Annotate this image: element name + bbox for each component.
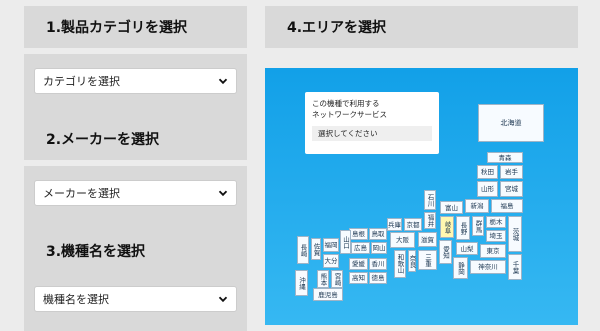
- pref-okayama[interactable]: 岡山: [371, 242, 387, 254]
- popup-line2: ネットワークサービス: [312, 110, 387, 119]
- pref-yamanashi[interactable]: 山梨: [456, 242, 478, 255]
- step4-header: 4.エリアを選択: [265, 6, 578, 48]
- step4-title: 4.エリアを選択: [287, 20, 387, 36]
- step3-body: 機種名を選択: [24, 272, 247, 331]
- pref-wakayama[interactable]: 和歌山: [394, 250, 406, 278]
- pref-gunma[interactable]: 群馬: [472, 216, 484, 236]
- pref-toyama[interactable]: 富山: [440, 201, 463, 214]
- pref-aomori[interactable]: 青森: [487, 152, 523, 163]
- step1-body: カテゴリを選択: [24, 54, 247, 120]
- pref-hyogo[interactable]: 兵庫: [387, 218, 402, 231]
- pref-kagoshima[interactable]: 鹿児島: [313, 288, 343, 301]
- pref-mie[interactable]: 三重: [418, 250, 437, 270]
- pref-kagawa[interactable]: 香川: [369, 258, 387, 270]
- pref-ishikawa[interactable]: 石川: [424, 190, 436, 210]
- pref-tottori[interactable]: 鳥取: [369, 228, 387, 240]
- chevron-down-icon: [218, 78, 228, 85]
- pref-kyoto[interactable]: 京都: [404, 218, 422, 231]
- pref-shizuoka[interactable]: 静岡: [453, 257, 468, 279]
- chevron-down-icon: [218, 190, 228, 197]
- network-service-select-value: 選択してください: [318, 129, 378, 138]
- pref-chiba[interactable]: 千葉: [508, 254, 522, 280]
- pref-shiga[interactable]: 滋賀: [418, 232, 437, 247]
- pref-kochi[interactable]: 高知: [349, 272, 368, 284]
- pref-fukushima[interactable]: 福島: [491, 199, 523, 213]
- pref-gifu[interactable]: 岐阜: [440, 216, 454, 238]
- pref-hokkaido[interactable]: 北海道: [478, 104, 544, 142]
- pref-fukui[interactable]: 福井: [424, 212, 436, 229]
- pref-hiroshima[interactable]: 広島: [351, 242, 370, 254]
- step1-title: 1.製品カテゴリを選択: [46, 20, 188, 36]
- maker-select-value: メーカーを選択: [43, 187, 120, 200]
- pref-fukuoka[interactable]: 福岡: [323, 238, 339, 252]
- pref-shimane[interactable]: 島根: [349, 228, 368, 240]
- pref-miyagi[interactable]: 宮城: [500, 181, 523, 197]
- japan-area-map: この機種で利用する ネットワークサービス 選択してください 北海道 青森 秋田 …: [265, 68, 578, 325]
- pref-okinawa[interactable]: 沖縄: [295, 270, 308, 296]
- pref-aichi[interactable]: 愛知: [439, 240, 452, 264]
- pref-yamaguchi[interactable]: 山口: [340, 230, 351, 254]
- step3-title: 3.機種名を選択: [46, 244, 146, 260]
- pref-iwate[interactable]: 岩手: [500, 165, 523, 179]
- pref-oita[interactable]: 大分: [323, 254, 339, 268]
- pref-akita[interactable]: 秋田: [477, 165, 498, 179]
- step2-title: 2.メーカーを選択: [46, 132, 160, 148]
- pref-miyazaki[interactable]: 宮崎: [331, 270, 343, 288]
- pref-saitama[interactable]: 埼玉: [486, 230, 506, 242]
- pref-saga[interactable]: 佐賀: [311, 238, 321, 260]
- pref-tokushima[interactable]: 徳島: [369, 272, 387, 284]
- chevron-down-icon: [218, 296, 228, 303]
- pref-nagasaki[interactable]: 長崎: [297, 236, 309, 264]
- pref-nagano[interactable]: 長野: [456, 216, 470, 240]
- pref-kumamoto[interactable]: 熊本: [317, 270, 329, 288]
- pref-niigata[interactable]: 新潟: [465, 199, 489, 213]
- category-select-value: カテゴリを選択: [43, 75, 120, 88]
- pref-tokyo[interactable]: 東京: [480, 244, 506, 258]
- step2-header: 2.メーカーを選択: [24, 118, 247, 160]
- pref-nara[interactable]: 奈良: [408, 250, 416, 272]
- popup-line1: この機種で利用する: [312, 99, 380, 108]
- pref-tochigi[interactable]: 栃木: [486, 216, 506, 228]
- model-select[interactable]: 機種名を選択: [34, 286, 237, 312]
- step2-body: メーカーを選択: [24, 166, 247, 232]
- pref-osaka[interactable]: 大阪: [390, 232, 415, 248]
- step1-header: 1.製品カテゴリを選択: [24, 6, 247, 48]
- pref-ehime[interactable]: 愛媛: [349, 258, 368, 270]
- maker-select[interactable]: メーカーを選択: [34, 180, 237, 206]
- network-service-select[interactable]: 選択してください: [312, 126, 432, 141]
- step3-header: 3.機種名を選択: [24, 230, 247, 272]
- network-service-popup: この機種で利用する ネットワークサービス 選択してください: [305, 92, 439, 154]
- pref-yamagata[interactable]: 山形: [477, 181, 498, 197]
- pref-kanagawa[interactable]: 神奈川: [470, 260, 506, 274]
- pref-ibaraki[interactable]: 茨城: [508, 216, 522, 252]
- category-select[interactable]: カテゴリを選択: [34, 68, 237, 94]
- model-select-value: 機種名を選択: [43, 293, 109, 306]
